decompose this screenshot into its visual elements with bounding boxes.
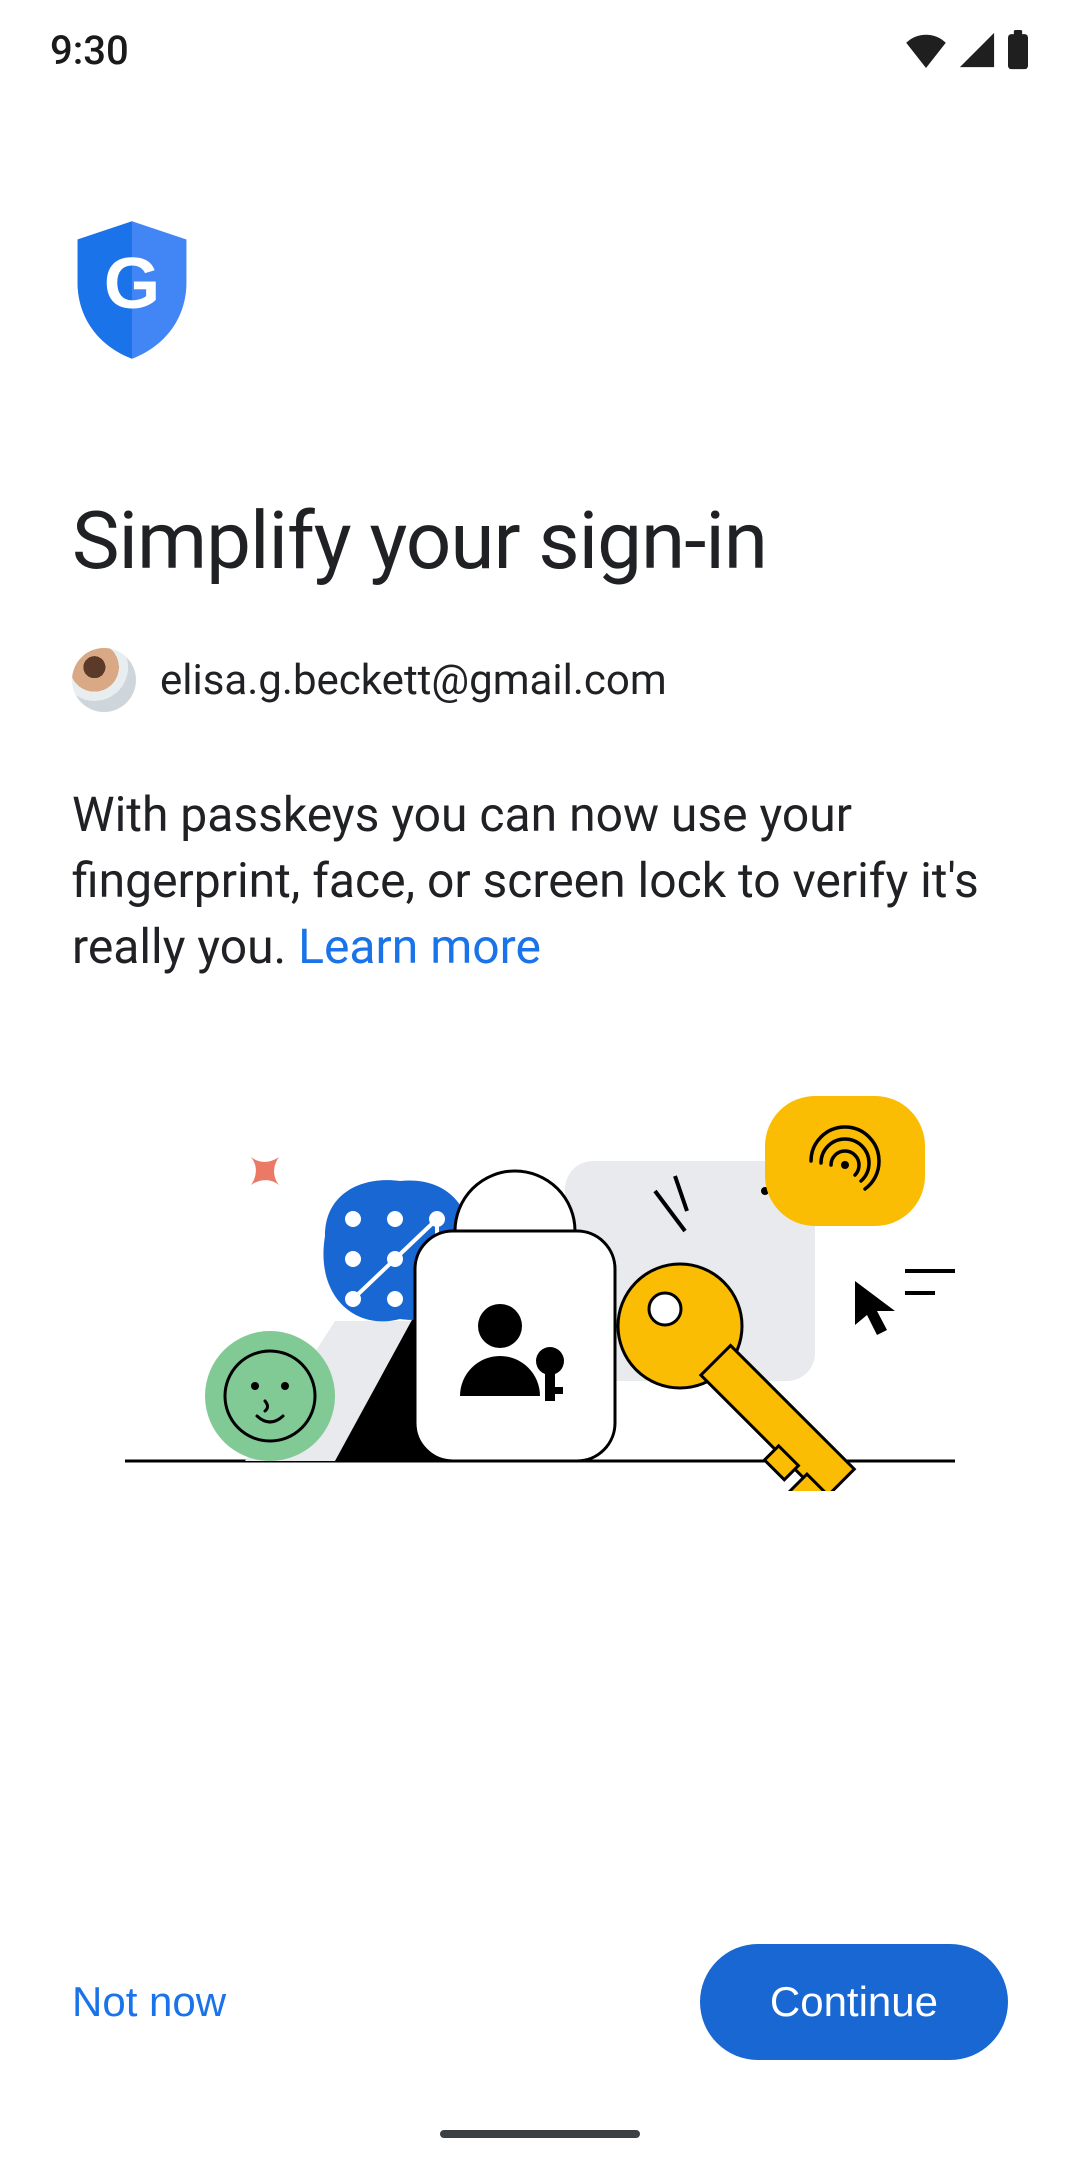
passkeys-illustration [72,1061,1008,1491]
main-content: G Simplify your sign-in elisa.g.beckett@… [72,220,1008,1491]
learn-more-link[interactable]: Learn more [298,918,541,975]
avatar [72,648,136,712]
wifi-icon [904,32,948,68]
not-now-button[interactable]: Not now [72,1958,226,2046]
status-icons [904,30,1030,70]
nav-bar-indicator [440,2130,640,2138]
description-text: With passkeys you can now use your finge… [72,782,1008,981]
face-icon [205,1331,335,1461]
account-email: elisa.g.beckett@gmail.com [160,656,667,705]
status-time: 9:30 [50,27,129,74]
google-shield-icon: G [72,220,1008,364]
svg-text:G: G [104,243,160,324]
battery-icon [1006,30,1030,70]
account-row[interactable]: elisa.g.beckett@gmail.com [72,648,1008,712]
key-icon [618,1264,854,1491]
cursor-icon [855,1281,895,1335]
fingerprint-icon [765,1096,925,1226]
continue-button[interactable]: Continue [700,1944,1008,2060]
cell-signal-icon [958,32,996,68]
page-title: Simplify your sign-in [72,494,1008,588]
status-bar: 9:30 [0,0,1080,100]
footer-actions: Not now Continue [72,1944,1008,2060]
